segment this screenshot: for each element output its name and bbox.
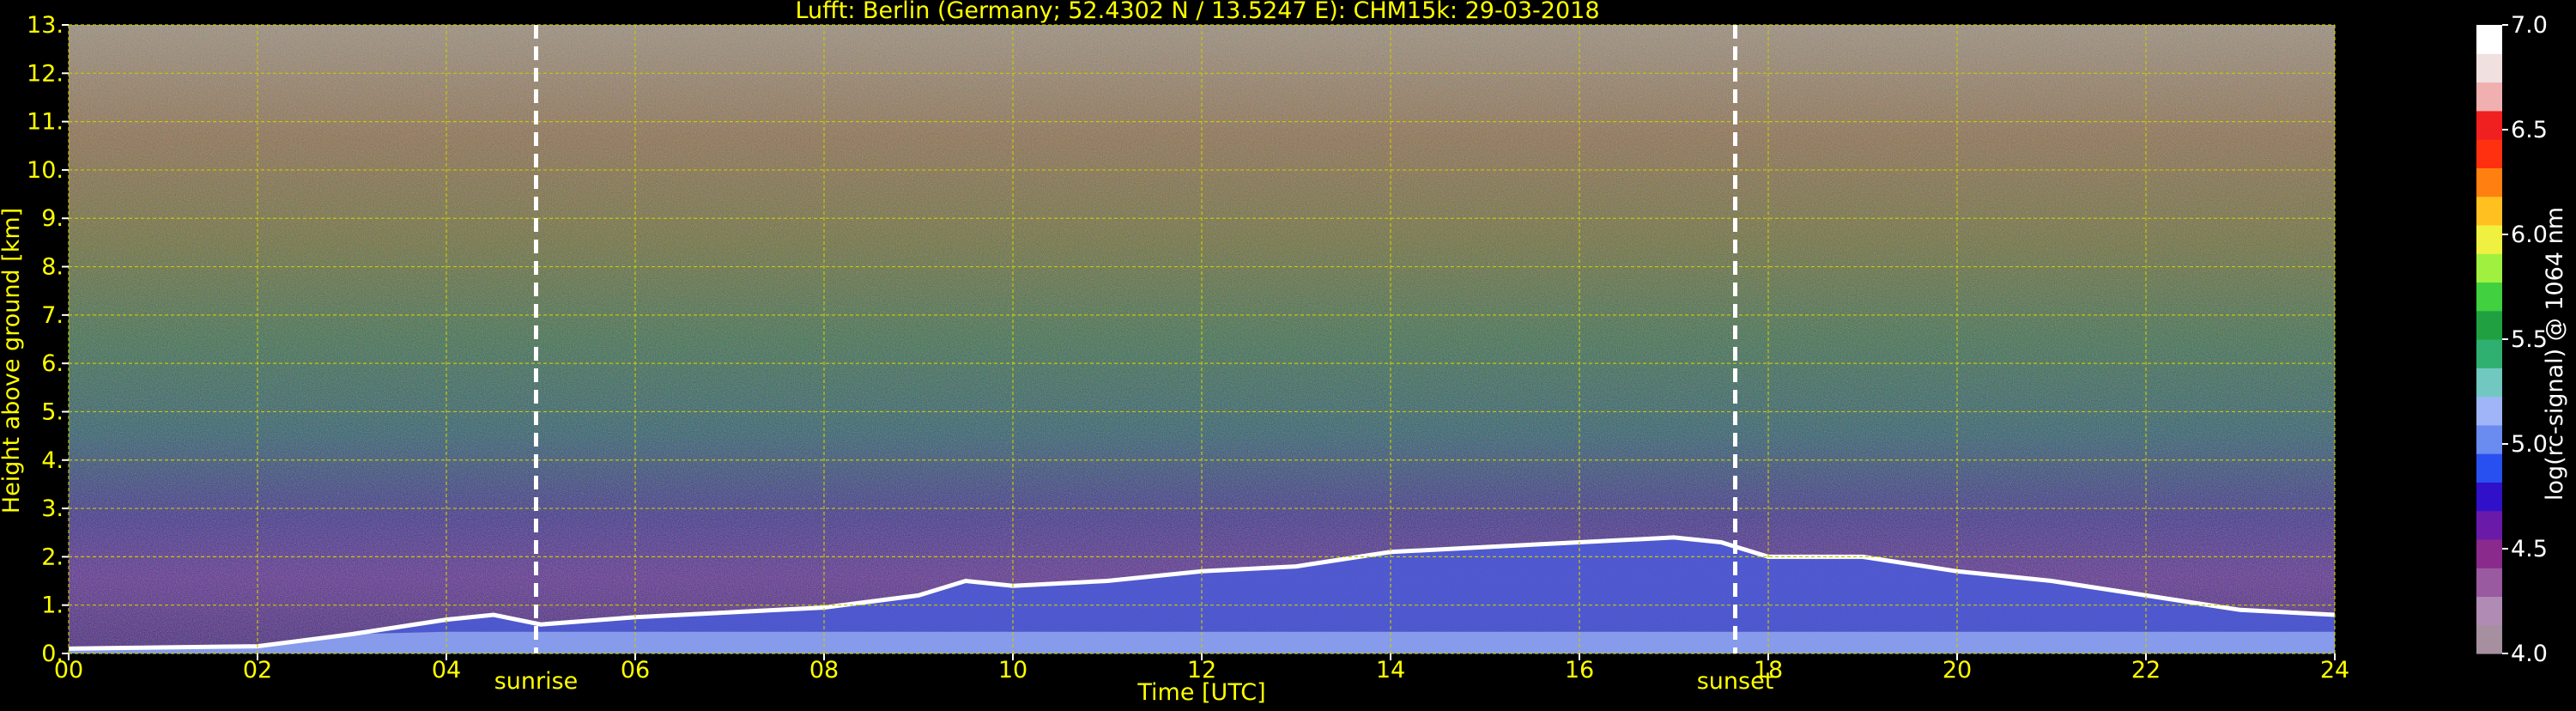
- colorbar-band: [2476, 568, 2502, 598]
- y-tick-label: 1.: [41, 592, 64, 619]
- y-tick-label: 6.: [41, 350, 64, 377]
- y-tick-label: 5.: [41, 398, 64, 425]
- colorbar-band: [2476, 482, 2502, 512]
- colorbar-band: [2476, 453, 2502, 483]
- colorbar-tick-label: 7.0: [2511, 12, 2548, 39]
- y-tick-label: 4.: [41, 447, 64, 474]
- colorbar-band: [2476, 396, 2502, 426]
- y-tick-label: 10.: [27, 157, 64, 184]
- y-axis-label: Height above ground [km]: [0, 208, 25, 514]
- x-axis-label: Time [UTC]: [1136, 679, 1265, 706]
- x-tick-label: 02: [243, 657, 272, 684]
- ceilometer-figure: Lufft: Berlin (Germany; 52.4302 N / 13.5…: [0, 0, 2576, 708]
- colorbar-band: [2476, 368, 2502, 398]
- x-tick-label: 24: [2320, 657, 2349, 684]
- colorbar-tick-label: 4.5: [2511, 536, 2548, 562]
- x-tick-label: 10: [998, 657, 1027, 684]
- colorbar-band: [2476, 624, 2502, 654]
- y-tick-label: 13.: [27, 12, 64, 39]
- colorbar-band: [2476, 510, 2502, 540]
- y-tick-label: 7.: [41, 302, 64, 329]
- colorbar-band: [2476, 424, 2502, 454]
- y-axis-ticks: 0. 1. 2. 3. 4. 5. 6. 7. 8. 9. 10. 11. 12. 13.: [27, 12, 69, 667]
- colorbar-band: [2476, 25, 2502, 54]
- colorbar-band: [2476, 253, 2502, 283]
- colorbar-band: [2476, 538, 2502, 568]
- chart-svg: Lufft: Berlin (Germany; 52.4302 N / 13.5…: [0, 0, 2568, 706]
- x-tick-label: 18: [1754, 657, 1783, 684]
- colorbar-bands: [2476, 25, 2502, 654]
- colorbar-band: [2476, 110, 2502, 140]
- colorbar-band: [2476, 167, 2502, 198]
- colorbar-band: [2476, 596, 2502, 626]
- y-tick-label: 8.: [41, 254, 64, 281]
- y-tick-label: 11.: [27, 109, 64, 136]
- colorbar-band: [2476, 139, 2502, 168]
- sunrise-label: sunrise: [494, 668, 579, 695]
- colorbar-band: [2476, 53, 2502, 83]
- colorbar-band: [2476, 224, 2502, 254]
- colorbar-band: [2476, 310, 2502, 340]
- colorbar-label: log(rc-signal) @ 1064 nm: [2542, 207, 2568, 501]
- x-tick-label: 04: [432, 657, 461, 684]
- colorbar-tick-label: 6.5: [2511, 117, 2548, 143]
- colorbar-band: [2476, 82, 2502, 112]
- colorbar-band: [2476, 282, 2502, 312]
- y-tick-label: 3.: [41, 495, 64, 522]
- colorbar-ticks: 4.04.55.05.56.06.57.0: [2502, 12, 2548, 667]
- y-tick-label: 0.: [41, 641, 64, 667]
- chart-title: Lufft: Berlin (Germany; 52.4302 N / 13.5…: [795, 0, 1599, 24]
- x-tick-label: 06: [621, 657, 650, 684]
- colorbar-band: [2476, 339, 2502, 368]
- colorbar-band: [2476, 196, 2502, 226]
- x-tick-label: 22: [2131, 657, 2161, 684]
- x-tick-label: 08: [809, 657, 839, 684]
- colorbar: 4.04.55.05.56.06.57.0 log(rc-signal) @ 1…: [2476, 12, 2568, 667]
- x-tick-label: 16: [1565, 657, 1594, 684]
- y-tick-label: 9.: [41, 205, 64, 232]
- x-tick-label: 20: [1943, 657, 1972, 684]
- y-tick-label: 12.: [27, 60, 64, 87]
- y-tick-label: 2.: [41, 544, 64, 570]
- colorbar-tick-label: 4.0: [2511, 641, 2548, 667]
- x-tick-label: 14: [1376, 657, 1405, 684]
